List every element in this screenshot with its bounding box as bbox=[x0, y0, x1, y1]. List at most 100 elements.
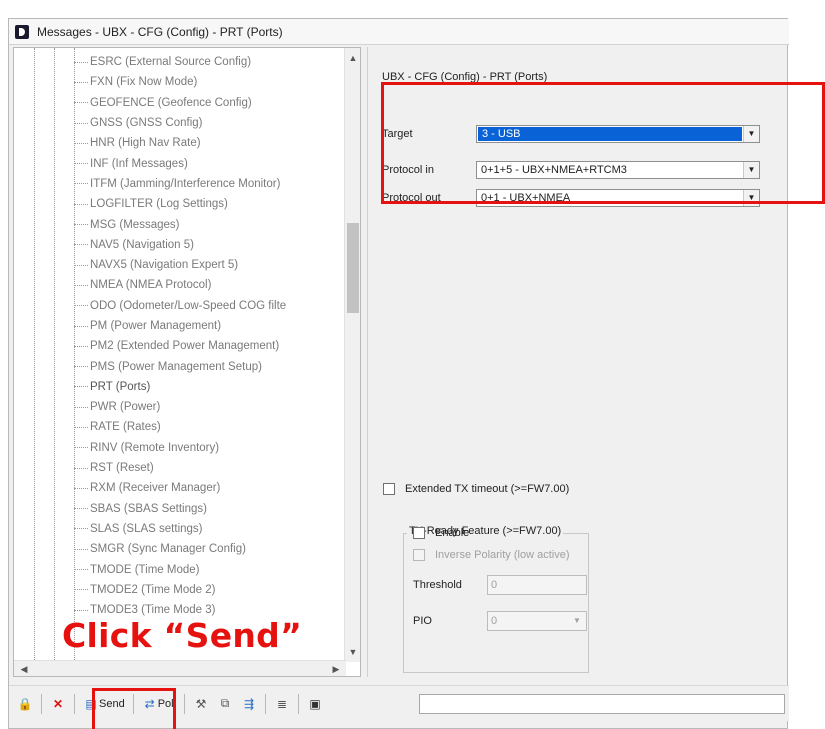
tree-item-label: PM (Power Management) bbox=[90, 320, 222, 332]
toolbar-separator bbox=[184, 693, 186, 714]
inverse-row: Inverse Polarity (low active) bbox=[413, 549, 570, 561]
tree-connector bbox=[74, 386, 88, 388]
scroll-left-icon[interactable]: ◀ bbox=[16, 661, 32, 676]
tree-connector bbox=[74, 467, 88, 469]
extended-tx-checkbox[interactable] bbox=[383, 483, 395, 495]
tree-connector bbox=[74, 345, 88, 347]
tree-item[interactable]: LOGFILTER (Log Settings) bbox=[74, 194, 344, 214]
tool-button-2[interactable]: ⧉ bbox=[213, 693, 237, 715]
tree-connector bbox=[74, 122, 88, 124]
tree-item[interactable]: RST (Reset) bbox=[74, 458, 344, 478]
tree-item[interactable]: GEOFENCE (Geofence Config) bbox=[74, 93, 344, 113]
tree-item-label: PWR (Power) bbox=[90, 401, 161, 414]
tree-item-label: ESRC (External Source Config) bbox=[90, 56, 252, 69]
tree-item-label: MSG (Messages) bbox=[90, 218, 180, 231]
pio-row: PIO 0 ▼ bbox=[413, 611, 587, 631]
tree-item[interactable]: TMODE (Time Mode) bbox=[74, 559, 344, 579]
highlight-target-box bbox=[381, 82, 825, 204]
enable-checkbox[interactable] bbox=[413, 527, 425, 539]
inverse-checkbox bbox=[413, 549, 425, 561]
scroll-up-icon[interactable]: ▲ bbox=[345, 50, 360, 66]
tree-item-label: SLAS (SLAS settings) bbox=[90, 522, 203, 535]
close-icon: ✕ bbox=[52, 696, 64, 711]
tool-button-1[interactable]: ⚒ bbox=[189, 693, 213, 715]
tool-button-4[interactable]: ≣ bbox=[270, 693, 294, 715]
tree-item[interactable]: PRT (Ports) bbox=[74, 377, 344, 397]
message-tree[interactable]: ESRC (External Source Config) FXN (Fix No… bbox=[13, 47, 361, 677]
tree-item[interactable]: GNSS (GNSS Config) bbox=[74, 113, 344, 133]
monitor-icon: ▣ bbox=[309, 696, 321, 711]
tree-item[interactable]: HNR (High Nav Rate) bbox=[74, 133, 344, 153]
tree-item[interactable]: SBAS (SBAS Settings) bbox=[74, 499, 344, 519]
tree-connector bbox=[74, 61, 88, 63]
scroll-right-icon[interactable]: ▶ bbox=[328, 661, 344, 676]
tree-connector bbox=[74, 487, 88, 489]
scroll-thumb[interactable] bbox=[347, 223, 359, 313]
tree-item-label: RST (Reset) bbox=[90, 462, 154, 475]
tree-item[interactable]: ODO (Odometer/Low-Speed COG filte bbox=[74, 296, 344, 316]
toolbar-separator bbox=[265, 693, 267, 714]
tree-connector bbox=[74, 589, 88, 591]
tree-item-label: NAV5 (Navigation 5) bbox=[90, 238, 194, 251]
tool-button-3[interactable]: ⇶ bbox=[237, 693, 261, 715]
tree-item[interactable]: ESRC (External Source Config) bbox=[74, 52, 344, 72]
tree-connector bbox=[74, 264, 88, 266]
tree-connector bbox=[74, 224, 88, 226]
tree-item[interactable]: PM (Power Management) bbox=[74, 316, 344, 336]
tree-connector bbox=[74, 426, 88, 428]
tree-item-label: GNSS (GNSS Config) bbox=[90, 117, 203, 130]
tree-item-label: ITFM (Jamming/Interference Monitor) bbox=[90, 177, 281, 190]
tree-vertical-scrollbar[interactable]: ▲ ▼ bbox=[344, 48, 360, 662]
tree-item-label: ODO (Odometer/Low-Speed COG filte bbox=[90, 299, 287, 312]
highlight-send-box bbox=[92, 688, 176, 729]
tree-item[interactable]: ITFM (Jamming/Interference Monitor) bbox=[74, 174, 344, 194]
tree-item-label: NAVX5 (Navigation Expert 5) bbox=[90, 259, 239, 272]
tree-item-label: RATE (Rates) bbox=[90, 421, 161, 434]
tree-item[interactable]: PM2 (Extended Power Management) bbox=[74, 336, 344, 356]
window-title: Messages - UBX - CFG (Config) - PRT (Por… bbox=[37, 24, 283, 39]
copy-icon: ⧉ bbox=[220, 696, 230, 710]
tree-connector bbox=[74, 81, 88, 83]
inverse-label: Inverse Polarity (low active) bbox=[435, 549, 570, 561]
toolbar-separator bbox=[298, 693, 300, 714]
tree-item[interactable]: NMEA (NMEA Protocol) bbox=[74, 275, 344, 295]
tree-connector bbox=[74, 548, 88, 550]
title-bar: Messages - UBX - CFG (Config) - PRT (Por… bbox=[9, 19, 789, 45]
tree-item[interactable]: FXN (Fix Now Mode) bbox=[74, 72, 344, 92]
tree-item[interactable]: INF (Inf Messages) bbox=[74, 153, 344, 173]
lock-icon: 🔒 bbox=[17, 696, 33, 711]
tree-item[interactable]: NAVX5 (Navigation Expert 5) bbox=[74, 255, 344, 275]
tree-item-label: NMEA (NMEA Protocol) bbox=[90, 279, 212, 292]
enable-row[interactable]: Enable bbox=[413, 527, 469, 539]
tree-horizontal-scrollbar[interactable]: ◀ ▶ bbox=[14, 660, 346, 676]
tree-item[interactable]: PMS (Power Management Setup) bbox=[74, 356, 344, 376]
scroll-down-icon[interactable]: ▼ bbox=[345, 644, 360, 660]
tree-connector bbox=[74, 305, 88, 307]
chevron-down-icon: ▼ bbox=[573, 616, 581, 625]
tree-item-label: HNR (High Nav Rate) bbox=[90, 137, 201, 150]
tree-item[interactable]: RATE (Rates) bbox=[74, 417, 344, 437]
pio-label: PIO bbox=[413, 615, 432, 627]
extended-tx-row[interactable]: Extended TX timeout (>=FW7.00) bbox=[383, 483, 569, 495]
tree-item-label: SBAS (SBAS Settings) bbox=[90, 502, 207, 515]
tree-item-label: RINV (Remote Inventory) bbox=[90, 441, 220, 454]
tree-item[interactable]: MSG (Messages) bbox=[74, 214, 344, 234]
tree-connector bbox=[74, 528, 88, 530]
tree-item[interactable]: SMGR (Sync Manager Config) bbox=[74, 539, 344, 559]
tree-item[interactable]: PWR (Power) bbox=[74, 397, 344, 417]
tree-item[interactable]: TMODE2 (Time Mode 2) bbox=[74, 580, 344, 600]
tree-item[interactable]: RXM (Receiver Manager) bbox=[74, 478, 344, 498]
tree-connector bbox=[74, 447, 88, 449]
tree-connector bbox=[74, 366, 88, 368]
tree-item[interactable]: SLAS (SLAS settings) bbox=[74, 519, 344, 539]
tree-item-label: TMODE2 (Time Mode 2) bbox=[90, 583, 216, 596]
tree-item-label: TMODE3 (Time Mode 3) bbox=[90, 604, 216, 617]
clear-button[interactable]: ✕ bbox=[46, 693, 70, 715]
lock-button[interactable]: 🔒 bbox=[13, 693, 37, 715]
tree-connector bbox=[74, 163, 88, 165]
tool-button-5[interactable]: ▣ bbox=[303, 693, 327, 715]
tree-item[interactable]: RINV (Remote Inventory) bbox=[74, 438, 344, 458]
tree-item-label: PMS (Power Management Setup) bbox=[90, 360, 262, 373]
tree-item[interactable]: NAV5 (Navigation 5) bbox=[74, 235, 344, 255]
tree-connector bbox=[74, 244, 88, 246]
